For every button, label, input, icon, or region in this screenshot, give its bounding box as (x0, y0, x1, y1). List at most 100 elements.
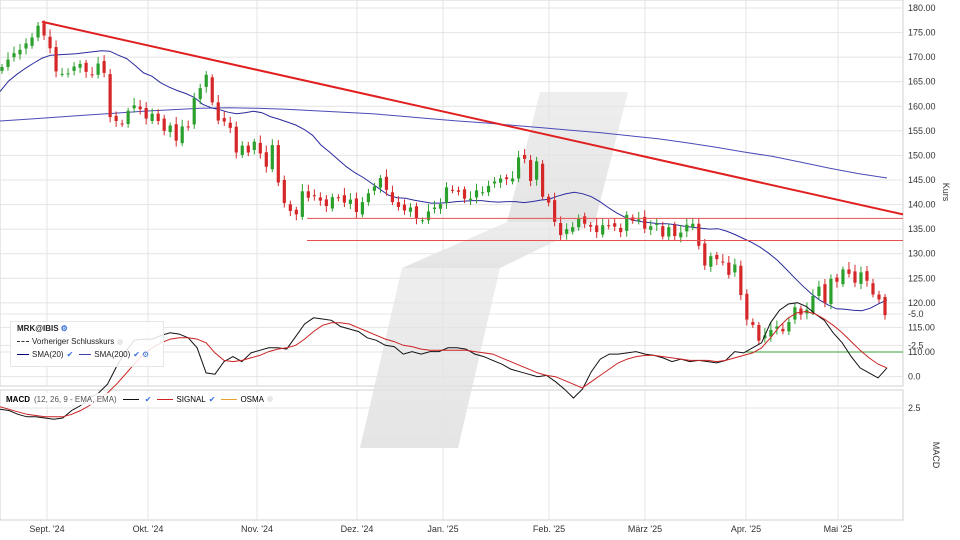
candle-body (577, 218, 581, 228)
candle-body (54, 47, 58, 72)
candle-body (547, 196, 551, 203)
price-y-ticks: 110.00115.00120.00125.00130.00135.00140.… (908, 3, 936, 357)
candle-body (264, 152, 268, 167)
candle-body (252, 141, 256, 151)
checkmark-icon[interactable]: ✔ (145, 395, 152, 404)
checkmark-icon[interactable]: ✔ (67, 348, 74, 361)
candle-body (372, 186, 377, 191)
candle-body (12, 53, 16, 58)
candle-body (841, 269, 845, 285)
candle-body (294, 209, 298, 215)
candle-body (601, 225, 605, 235)
candle-body (462, 189, 467, 199)
stock-chart: 110.00115.00120.00125.00130.00135.00140.… (0, 0, 951, 534)
dashed-line-icon (17, 341, 29, 342)
candle-body (468, 198, 473, 200)
candle-body (18, 49, 22, 55)
candle-body (210, 77, 214, 103)
candle-body (541, 163, 545, 197)
candle-body (378, 178, 383, 188)
candle-body (336, 197, 340, 199)
candle-body (637, 219, 641, 221)
candle-body (48, 36, 52, 49)
toggle-dot-icon[interactable] (267, 396, 274, 402)
macd-legend-signal: SIGNAL (176, 394, 206, 404)
sma20-swatch-icon (17, 354, 29, 355)
candle-body (709, 256, 713, 267)
legend-prev-close[interactable]: Vorheriger Schlusskurs (11, 335, 163, 348)
price-y-tick-label: 135.00 (908, 224, 936, 234)
candle-body (535, 161, 539, 180)
candle-body (0, 66, 4, 71)
macd-y-tick-label: 2.5 (908, 403, 921, 413)
candle-body (216, 102, 220, 121)
settings-icon[interactable]: ⚙ (61, 322, 68, 335)
legend-sma[interactable]: SMA(20) ✔ SMA(200) ✔ ⚙ (11, 348, 163, 361)
candle-body (715, 254, 719, 260)
x-tick-label: Mai '25 (824, 524, 853, 534)
candle-body (727, 262, 731, 275)
macd-y-axis-label: MACD (931, 442, 941, 469)
signal-swatch-icon (157, 398, 174, 400)
candle-body (60, 73, 64, 75)
candle-body (330, 197, 334, 209)
candle-body (811, 295, 815, 313)
candle-body (516, 157, 521, 179)
candle-body (853, 271, 857, 283)
price-y-tick-label: 150.00 (908, 150, 936, 160)
candle-body (565, 229, 569, 234)
candle-body (6, 59, 10, 67)
x-tick-label: Dez. '24 (341, 524, 374, 534)
macd-y-tick-label: -2.5 (908, 340, 924, 350)
candle-body (420, 220, 425, 222)
legend-sma200-label: SMA(200) (94, 350, 131, 359)
legend-sma20-label: SMA(20) (32, 350, 64, 359)
sma200-swatch-icon (79, 354, 92, 355)
candle-body (108, 74, 112, 118)
candle-body (204, 74, 208, 87)
price-y-tick-label: 120.00 (908, 298, 936, 308)
settings-icon[interactable]: ⚙ (142, 348, 149, 361)
candle-body (733, 264, 737, 273)
candle-body (366, 193, 371, 203)
candle-body (787, 322, 791, 332)
price-y-tick-label: 165.00 (908, 77, 936, 87)
candle-body (72, 66, 76, 71)
candle-body (342, 195, 346, 203)
macd-swatch-icon (122, 398, 139, 400)
candle-body (138, 106, 142, 110)
candle-body (42, 23, 46, 36)
candle-body (240, 145, 244, 155)
candle-body (829, 278, 833, 305)
candle-body (150, 113, 154, 122)
legend-symbol[interactable]: MRK@IBIS ⚙ (11, 322, 163, 335)
candle-body (156, 113, 160, 122)
price-y-tick-label: 155.00 (908, 126, 936, 136)
candle-body (661, 226, 665, 237)
candle-body (288, 204, 292, 211)
candle-body (703, 243, 707, 266)
candle-body (877, 294, 881, 300)
candle-body (817, 286, 821, 296)
candle-body (865, 271, 869, 281)
price-y-tick-label: 115.00 (908, 322, 935, 332)
toggle-dot-icon[interactable] (117, 338, 124, 345)
checkmark-icon[interactable]: ✔ (209, 395, 216, 404)
candle-body (522, 154, 527, 159)
candle-body (408, 207, 413, 212)
checkmark-icon[interactable]: ✔ (133, 348, 140, 361)
candle-body (198, 88, 202, 100)
candle-body (571, 227, 575, 232)
candle-body (174, 124, 178, 141)
candle-body (444, 187, 449, 203)
x-tick-label: Jan. '25 (427, 524, 458, 534)
candle-body (186, 126, 190, 128)
candle-body (426, 211, 431, 221)
candle-body (324, 199, 328, 207)
candle-body (679, 232, 683, 238)
candle-body (589, 224, 593, 227)
candle-body (504, 177, 509, 180)
candle-body (414, 206, 419, 219)
candle-body (354, 198, 359, 212)
candle-body (36, 25, 40, 38)
